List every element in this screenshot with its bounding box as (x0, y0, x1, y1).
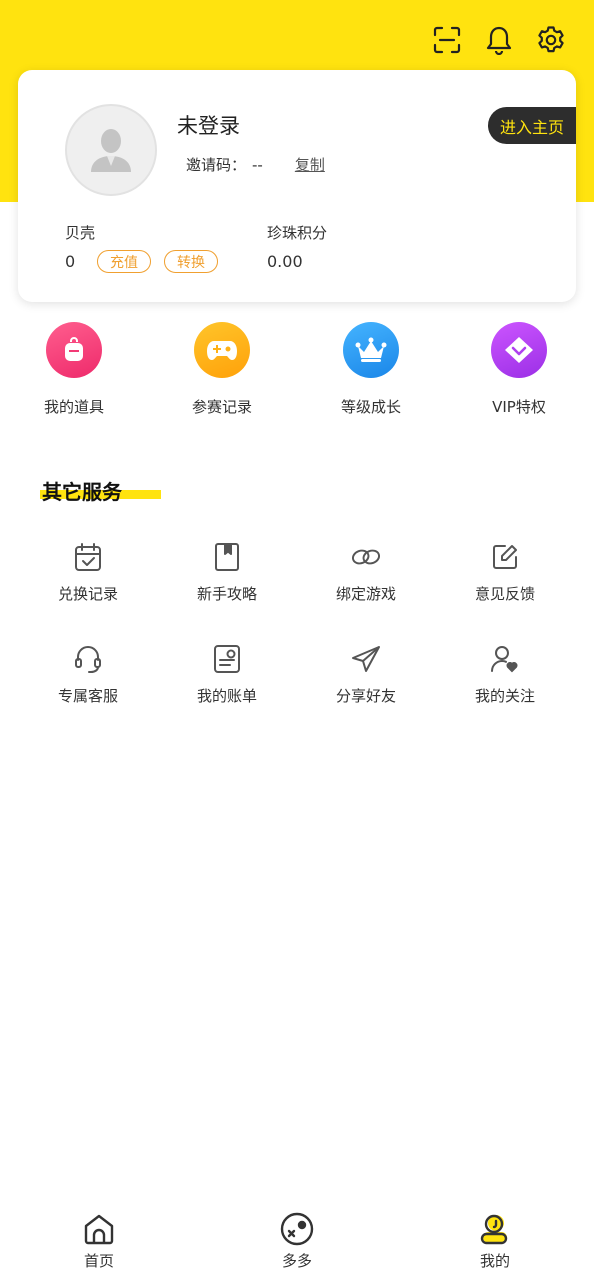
settings-icon[interactable] (536, 22, 566, 58)
default-avatar-icon (91, 129, 131, 172)
scan-icon[interactable] (432, 22, 462, 58)
service-label: 新手攻略 (196, 585, 257, 603)
shells-label: 贝壳 (65, 224, 96, 242)
calendar-check-icon (73, 542, 103, 572)
username: 未登录 (177, 114, 240, 138)
service-exchange-records[interactable]: 兑换记录 (28, 542, 148, 604)
nav-label-duoduo: 多多 (281, 1252, 312, 1270)
recharge-button[interactable]: 充值 (97, 250, 151, 273)
backpack-icon (46, 322, 102, 378)
quick-item-level-growth[interactable]: 等级成长 (311, 322, 431, 417)
quick-label-props: 我的道具 (43, 398, 104, 416)
quick-item-match-records[interactable]: 参赛记录 (162, 322, 282, 417)
bell-icon[interactable] (484, 22, 514, 58)
invite-code: -- (252, 155, 263, 174)
quick-label-vip: VIP特权 (492, 398, 546, 416)
service-label: 意见反馈 (474, 585, 535, 603)
enter-home-button[interactable]: 进入主页 (488, 107, 576, 144)
service-label: 兑换记录 (57, 585, 118, 603)
pearl-label: 珍珠积分 (267, 224, 328, 242)
service-newbie-guide[interactable]: 新手攻略 (167, 542, 287, 604)
vip-diamond-icon (491, 322, 547, 378)
service-label: 绑定游戏 (335, 585, 396, 603)
nav-label-home: 首页 (83, 1252, 114, 1270)
user-heart-icon (490, 644, 520, 674)
quick-label-match-records: 参赛记录 (191, 398, 252, 416)
quick-item-vip[interactable]: VIP特权 (459, 322, 579, 417)
invite-code-row: 邀请码： -- 复制 (186, 154, 325, 175)
quick-label-level-growth: 等级成长 (340, 398, 401, 416)
bill-icon (212, 644, 242, 674)
nav-label-profile: 我的 (479, 1252, 510, 1270)
pearl-value: 0.00 (267, 252, 303, 271)
shells-value: 0 (65, 252, 76, 271)
service-my-bills[interactable]: 我的账单 (167, 644, 287, 706)
service-label: 我的账单 (196, 687, 257, 705)
service-bind-game[interactable]: 绑定游戏 (306, 542, 426, 604)
service-label: 我的关注 (474, 687, 535, 705)
profile-card: 未登录 邀请码： -- 复制 进入主页 贝壳 0 充值 转换 珍珠积分 0.00 (18, 70, 576, 302)
avatar[interactable] (65, 104, 157, 196)
service-my-follows[interactable]: 我的关注 (445, 644, 565, 706)
gamepad-icon (194, 322, 250, 378)
link-icon (351, 542, 381, 572)
nav-home[interactable]: 首页 (59, 1212, 139, 1271)
guide-book-icon (212, 542, 242, 572)
bottom-nav: 首页 多多 我的 (0, 1200, 594, 1280)
nav-duoduo[interactable]: 多多 (257, 1212, 337, 1271)
quick-actions: 我的道具 参赛记录 等级成长 VIP特权 (0, 322, 594, 422)
top-toolbar (432, 22, 566, 58)
nav-profile[interactable]: 我的 (455, 1212, 535, 1271)
home-icon (84, 1214, 114, 1245)
paper-plane-icon (351, 644, 381, 674)
section-title: 其它服务 (42, 480, 122, 504)
quick-item-props[interactable]: 我的道具 (14, 322, 134, 417)
copy-button[interactable]: 复制 (295, 154, 325, 175)
profile-icon (480, 1214, 508, 1245)
invite-label: 邀请码： (186, 156, 247, 174)
duoduo-icon (280, 1212, 314, 1246)
service-label: 分享好友 (335, 687, 396, 705)
crown-icon (343, 322, 399, 378)
service-share-friends[interactable]: 分享好友 (306, 644, 426, 706)
service-label: 专属客服 (57, 687, 118, 705)
edit-note-icon (490, 542, 520, 572)
convert-button[interactable]: 转换 (164, 250, 218, 273)
service-feedback[interactable]: 意见反馈 (445, 542, 565, 604)
service-customer-support[interactable]: 专属客服 (28, 644, 148, 706)
headset-icon (73, 644, 103, 674)
